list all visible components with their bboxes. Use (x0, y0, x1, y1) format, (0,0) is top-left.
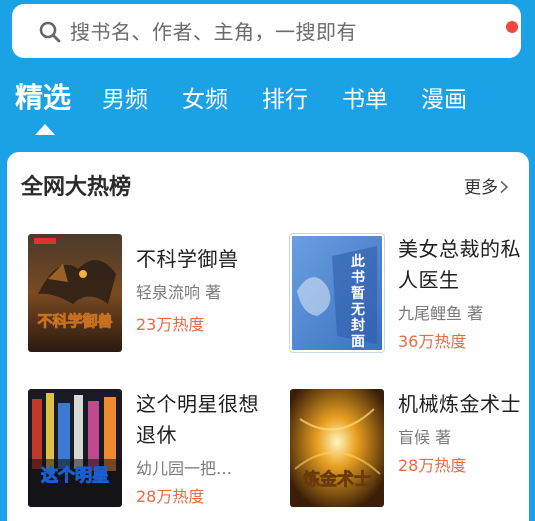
category-tabs: 精选 男频 女频 排行 书单 漫画 (0, 70, 535, 135)
book-cover: 这个明星 (28, 389, 122, 507)
book-item[interactable]: 此书暂无封面 美女总裁的私人医生 九尾鲤鱼 著 36万热度 (290, 234, 530, 364)
book-heat: 28万热度 (136, 487, 205, 506)
book-info: 机械炼金术士 盲候 著 28万热度 (398, 389, 523, 478)
book-info: 美女总裁的私人医生 九尾鲤鱼 著 36万热度 (398, 234, 523, 354)
book-title: 机械炼金术士 (398, 392, 521, 416)
tab-featured[interactable]: 精选 (15, 82, 71, 114)
tab-comics[interactable]: 漫画 (421, 84, 467, 116)
search-icon (39, 21, 61, 43)
book-cover: 不科学御兽 (28, 234, 122, 352)
tab-indicator (35, 124, 55, 135)
tab-female[interactable]: 女频 (182, 84, 228, 116)
book-item[interactable]: 这个明星 这个明星很想退休 幼儿园一把… 28万热度 (28, 389, 268, 519)
book-heat: 23万热度 (136, 315, 205, 334)
chevron-right-icon (500, 180, 509, 194)
notification-dot (506, 21, 518, 33)
book-heat: 36万热度 (398, 332, 467, 351)
book-cover: 炼金术士 (290, 389, 384, 507)
tab-male[interactable]: 男频 (102, 84, 148, 116)
book-title: 这个明星很想退休 (136, 392, 259, 447)
book-item[interactable]: 炼金术士 机械炼金术士 盲候 著 28万热度 (290, 389, 530, 519)
book-author: 九尾鲤鱼 著 (398, 304, 484, 323)
tab-ranking[interactable]: 排行 (262, 84, 308, 116)
book-author: 盲候 著 (398, 428, 452, 447)
book-title: 不科学御兽 (136, 247, 239, 271)
cover-title: 这个明星 (41, 465, 109, 486)
search-input[interactable]: 搜书名、作者、主角，一搜即有 (70, 18, 357, 46)
book-cover: 此书暂无封面 (290, 234, 384, 352)
section-title: 全网大热榜 (21, 175, 132, 200)
cover-title: 炼金术士 (303, 469, 371, 490)
book-info: 这个明星很想退休 幼儿园一把… 28万热度 (136, 389, 261, 509)
hot-list-card: 全网大热榜 更多 不科学御兽 不科学御兽 轻泉流响 著 23万热度 此书暂无封面… (7, 152, 529, 521)
tab-booklist[interactable]: 书单 (342, 84, 388, 116)
cover-title: 不科学御兽 (37, 312, 112, 330)
more-label: 更多 (464, 178, 498, 198)
book-author: 幼儿园一把… (136, 459, 233, 478)
book-heat: 28万热度 (398, 456, 467, 475)
book-info: 不科学御兽 轻泉流响 著 23万热度 (136, 234, 261, 337)
more-link[interactable]: 更多 (464, 174, 510, 202)
book-title: 美女总裁的私人医生 (398, 237, 521, 292)
search-bar[interactable]: 搜书名、作者、主角，一搜即有 (12, 4, 521, 58)
book-item[interactable]: 不科学御兽 不科学御兽 轻泉流响 著 23万热度 (28, 234, 268, 364)
book-author: 轻泉流响 著 (136, 283, 222, 302)
svg-text:此书暂无封面: 此书暂无封面 (350, 253, 365, 350)
